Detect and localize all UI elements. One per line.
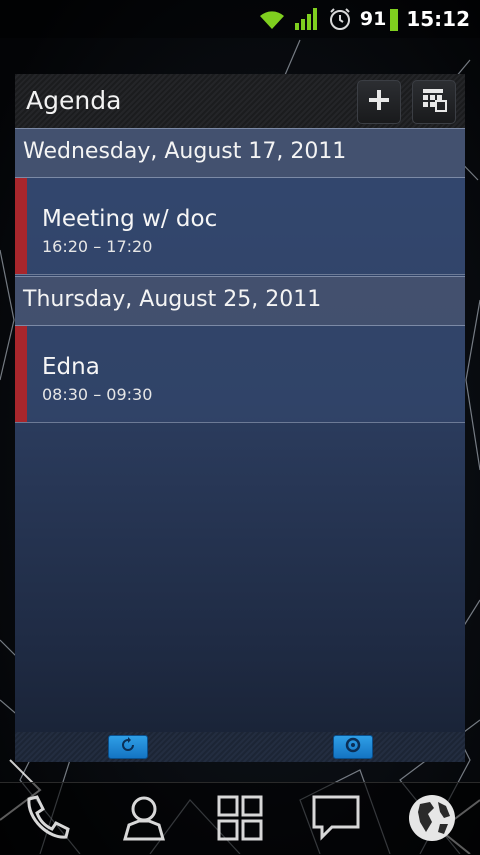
widget-title: Agenda (26, 86, 122, 115)
messaging-icon (310, 793, 362, 847)
day-header: Thursday, August 25, 2011 (15, 276, 465, 326)
contacts-icon (119, 793, 169, 847)
widget-footer (15, 732, 465, 762)
phone-button[interactable] (16, 791, 76, 849)
event-time: 16:20 – 17:20 (42, 237, 153, 256)
phone-icon (21, 793, 71, 847)
event-item[interactable]: Meeting w/ doc 16:20 – 17:20 (15, 178, 465, 275)
day-date: Thursday, August 25, 2011 (23, 287, 322, 312)
add-event-button[interactable] (357, 80, 401, 124)
agenda-list: Wednesday, August 17, 2011 Meeting w/ do… (15, 128, 465, 732)
refresh-icon (120, 737, 136, 757)
event-color-marker (15, 326, 27, 422)
day-date: Wednesday, August 17, 2011 (23, 139, 347, 164)
messaging-button[interactable] (306, 791, 366, 849)
wifi-icon (258, 8, 286, 30)
event-color-marker (15, 178, 27, 274)
settings-button[interactable] (333, 735, 373, 759)
event-item[interactable]: Edna 08:30 – 09:30 (15, 326, 465, 423)
globe-icon (406, 792, 458, 848)
alarm-icon (328, 7, 352, 31)
add-icon (368, 89, 390, 115)
event-time: 08:30 – 09:30 (42, 385, 153, 404)
agenda-widget: Agenda Wednesday, August 17, 2011 Meetin… (15, 74, 465, 762)
battery-icon (390, 7, 399, 31)
widget-header: Agenda (15, 74, 465, 129)
open-calendar-button[interactable] (412, 80, 456, 124)
apps-icon (215, 793, 265, 847)
event-title: Meeting w/ doc (42, 206, 218, 232)
calendar-icon (420, 86, 448, 118)
apps-button[interactable] (210, 791, 270, 849)
signal-icon (294, 7, 320, 31)
status-bar: 91 15:12 (0, 0, 480, 38)
contacts-button[interactable] (114, 791, 174, 849)
dock (0, 782, 480, 855)
refresh-button[interactable] (108, 735, 148, 759)
battery-level: 91 (359, 8, 387, 30)
clock: 15:12 (406, 7, 470, 31)
event-title: Edna (42, 354, 100, 380)
day-header: Wednesday, August 17, 2011 (15, 128, 465, 178)
settings-icon (345, 737, 361, 757)
browser-button[interactable] (402, 791, 462, 849)
